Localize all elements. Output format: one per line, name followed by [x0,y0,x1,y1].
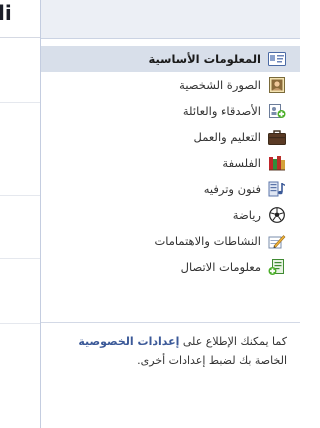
sidebar-item-sports[interactable]: رياضة [41,202,300,228]
sidebar-item-activities-interests[interactable]: النشاطات والاهتمامات [41,228,300,254]
id-card-icon [268,51,286,67]
sidebar-item-label: الأصدقاء والعائلة [182,104,261,118]
profile-picture-icon [268,77,286,93]
sidebar-item-arts-entertainment[interactable]: فنون وترفيه [41,176,300,202]
sidebar-item-label: رياضة [232,208,261,222]
sidebar-item-label: النشاطات والاهتمامات [154,234,261,248]
sidebar-item-label: التعليم والعمل [193,130,261,144]
sidebar-item-friends-family[interactable]: الأصدقاء والعائلة [41,98,300,124]
page: li المعلومات الأساسية الصورة الشخصية الأ… [0,0,300,428]
contact-card-icon [268,258,286,275]
profile-edit-sidebar: المعلومات الأساسية الصورة الشخصية الأصدق… [41,0,300,428]
books-icon [268,155,286,171]
sidebar-item-basic-info[interactable]: المعلومات الأساسية [41,46,300,72]
row-divider [0,258,40,259]
sidebar-item-education-work[interactable]: التعليم والعمل [41,124,300,150]
privacy-note-text: كما يمكنك الإطلاع على [182,335,287,348]
sidebar-item-label: معلومات الاتصال [180,260,261,274]
sidebar-item-label: فنون وترفيه [203,182,261,196]
sidebar-header-strip [41,0,300,39]
heading-divider [0,37,40,38]
row-divider [0,102,40,103]
soccer-ball-icon [268,207,286,223]
sidebar-item-philosophy[interactable]: الفلسفة [41,150,300,176]
sidebar-item-label: المعلومات الأساسية [148,52,261,66]
friends-family-icon [268,103,286,119]
main-heading-fragment: li [0,1,12,25]
row-divider [0,195,40,196]
sidebar-nav: المعلومات الأساسية الصورة الشخصية الأصدق… [41,46,300,280]
sidebar-item-label: الصورة الشخصية [179,78,261,92]
sidebar-divider [41,322,300,323]
briefcase-icon [268,129,286,145]
sidebar-item-label: الفلسفة [222,156,261,170]
sidebar-item-contact-info[interactable]: معلومات الاتصال [41,254,300,280]
privacy-note: كما يمكنك الإطلاع على إعدادات الخصوصية ا… [47,332,287,370]
row-divider [0,323,40,324]
pencil-note-icon [268,233,286,249]
main-column: li [0,0,41,428]
privacy-note-text: الخاصة بك لضبط إعدادات أخرى. [137,354,287,367]
sidebar-item-profile-picture[interactable]: الصورة الشخصية [41,72,300,98]
music-notes-icon [268,181,286,197]
privacy-settings-link[interactable]: إعدادات الخصوصية [78,335,179,348]
